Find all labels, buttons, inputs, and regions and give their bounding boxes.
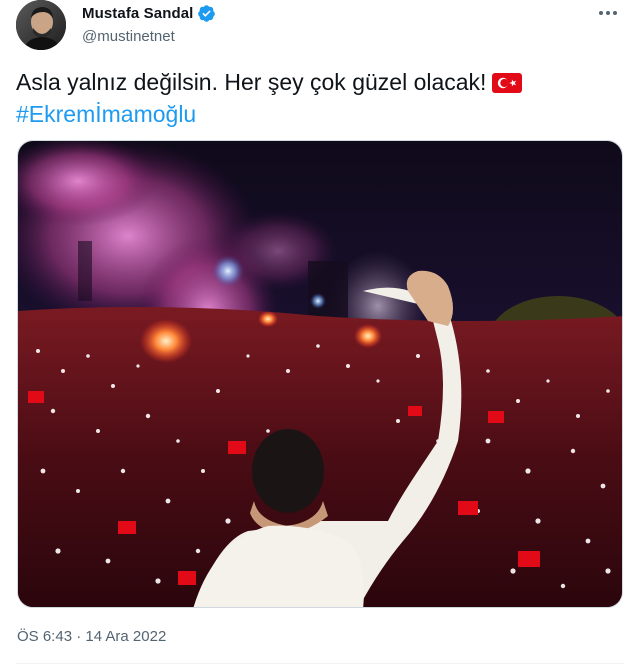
tweet-header: Mustafa Sandal @mustinetnet <box>16 0 624 56</box>
author-handle[interactable]: @mustinetnet <box>82 28 216 45</box>
tweet-body: Asla yalnız değilsin. Her şey çok güzel … <box>16 69 487 95</box>
turkey-flag-icon <box>492 69 523 93</box>
author-names: Mustafa Sandal @mustinetnet <box>82 3 216 45</box>
tweet-text: Asla yalnız değilsin. Her şey çok güzel … <box>16 66 624 130</box>
timestamp-separator: · <box>76 628 82 645</box>
avatar[interactable] <box>16 0 66 50</box>
rally-photo-icon <box>18 141 622 607</box>
tweet-date: 14 Ara 2022 <box>85 628 167 645</box>
tweet-timestamp[interactable]: ÖS 6:43 · 14 Ara 2022 <box>17 628 166 645</box>
display-name[interactable]: Mustafa Sandal <box>82 5 193 22</box>
verified-badge-icon[interactable] <box>197 4 216 23</box>
display-name-row: Mustafa Sandal <box>82 3 216 23</box>
tweet-time: ÖS 6:43 <box>17 628 73 645</box>
tweet-media[interactable] <box>17 140 623 608</box>
divider <box>16 663 624 664</box>
more-options-icon[interactable] <box>596 2 620 24</box>
hashtag-link[interactable]: #Ekremİmamoğlu <box>16 98 624 130</box>
profile-photo-icon <box>16 0 66 50</box>
